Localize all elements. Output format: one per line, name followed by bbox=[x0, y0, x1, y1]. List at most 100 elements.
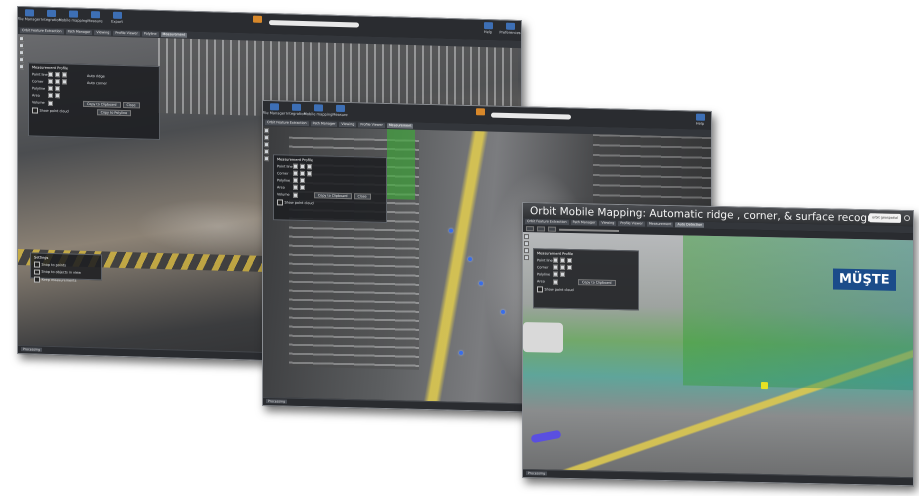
measure-point-marker[interactable] bbox=[459, 350, 463, 355]
area-tool-icon[interactable] bbox=[264, 149, 269, 155]
option-chip[interactable] bbox=[553, 279, 558, 285]
option-chip[interactable] bbox=[293, 184, 298, 190]
option-chip[interactable] bbox=[567, 257, 572, 264]
option-chip[interactable] bbox=[560, 257, 565, 263]
option-chip[interactable] bbox=[293, 177, 298, 183]
option-chip[interactable] bbox=[48, 78, 53, 85]
measure-button[interactable]: Measure bbox=[329, 103, 351, 118]
tab-feature-extraction[interactable]: Orbit Feature Extraction bbox=[265, 120, 309, 127]
warning-button[interactable] bbox=[469, 106, 491, 117]
option-chip[interactable] bbox=[307, 171, 312, 177]
line-tool-icon[interactable] bbox=[19, 50, 24, 56]
tab-polyline[interactable]: Polyline bbox=[141, 31, 159, 37]
tab-feature-extraction[interactable]: Orbit Feature Extraction bbox=[525, 219, 569, 225]
zoom-slider[interactable] bbox=[559, 228, 619, 233]
option-chip[interactable] bbox=[48, 100, 53, 106]
select-tool-icon[interactable] bbox=[19, 36, 24, 42]
close-button[interactable]: Close bbox=[353, 193, 371, 200]
search-input[interactable] bbox=[268, 20, 359, 28]
status-text: Processing bbox=[266, 399, 288, 404]
area-tool-icon[interactable] bbox=[19, 57, 24, 63]
option-chip[interactable] bbox=[48, 85, 53, 92]
close-window-icon[interactable] bbox=[904, 215, 910, 222]
sub-tool-button[interactable] bbox=[548, 226, 556, 232]
line-tool-icon[interactable] bbox=[264, 142, 269, 148]
help-button[interactable]: Help bbox=[689, 111, 711, 126]
search-input[interactable] bbox=[491, 112, 571, 120]
measure-point-marker[interactable] bbox=[468, 257, 472, 262]
show-point-cloud-checkbox[interactable]: Show point cloud bbox=[537, 286, 635, 294]
option-chip[interactable] bbox=[300, 177, 305, 184]
show-point-cloud-checkbox[interactable]: Show point cloud bbox=[277, 199, 383, 207]
option-chip[interactable] bbox=[553, 271, 558, 277]
option-chip[interactable] bbox=[55, 79, 60, 85]
tab-path-manager[interactable]: Path Manager bbox=[310, 121, 338, 127]
sub-tool-button[interactable] bbox=[526, 226, 534, 232]
tab-profile-viewer[interactable]: Profile Viewer bbox=[113, 30, 140, 37]
copy-clipboard-button[interactable]: Copy to Clipboard bbox=[578, 279, 616, 286]
tab-measurement[interactable]: Measurement bbox=[386, 123, 414, 129]
copy-clipboard-button[interactable]: Copy to Clipboard bbox=[314, 192, 352, 200]
option-chip[interactable] bbox=[553, 264, 558, 270]
option-chip[interactable] bbox=[293, 170, 298, 176]
file-manager-button[interactable]: File Manager bbox=[263, 101, 285, 116]
mobile-mapping-button[interactable]: Mobile mapping bbox=[304, 102, 332, 117]
option-chip[interactable] bbox=[560, 264, 565, 270]
measure-point-marker[interactable] bbox=[479, 281, 483, 286]
option-chip[interactable] bbox=[293, 163, 298, 169]
preferences-button[interactable]: Preferences bbox=[499, 20, 521, 35]
option-chip[interactable] bbox=[293, 192, 298, 198]
close-button[interactable]: Close bbox=[122, 101, 140, 109]
help-button[interactable]: Help bbox=[477, 20, 499, 35]
point-cloud-viewport[interactable]: MÜŞTE Measurement Profile Point line Cor… bbox=[523, 232, 913, 479]
sub-tool-button[interactable] bbox=[537, 226, 545, 232]
option-chip[interactable] bbox=[307, 164, 312, 170]
area-tool-icon[interactable] bbox=[524, 255, 529, 261]
measure-cursor-icon[interactable] bbox=[761, 382, 768, 390]
tab-path-manager[interactable]: Path Manager bbox=[570, 220, 598, 226]
tab-viewing[interactable]: Viewing bbox=[599, 220, 617, 226]
settings-option[interactable]: Snap to objects in view bbox=[34, 268, 98, 276]
point-tool-icon[interactable] bbox=[524, 241, 529, 247]
tab-measurement[interactable]: Measurement bbox=[646, 221, 674, 228]
option-chip[interactable] bbox=[300, 170, 305, 177]
measure-button[interactable]: Measure bbox=[84, 9, 106, 24]
measure-point-marker[interactable] bbox=[501, 309, 505, 314]
tab-measurement[interactable]: Measurement bbox=[160, 32, 188, 38]
tab-viewing[interactable]: Viewing bbox=[339, 121, 357, 128]
select-tool-icon[interactable] bbox=[264, 128, 269, 134]
settings-option[interactable]: Snap to points bbox=[34, 261, 98, 268]
point-tool-icon[interactable] bbox=[264, 135, 269, 141]
tab-viewing[interactable]: Viewing bbox=[94, 30, 112, 36]
tab-path-manager[interactable]: Path Manager bbox=[65, 29, 93, 36]
export-button[interactable]: Export bbox=[106, 9, 128, 24]
option-chip[interactable] bbox=[62, 72, 67, 78]
option-chip[interactable] bbox=[55, 72, 60, 78]
select-tool-icon[interactable] bbox=[524, 234, 529, 240]
volume-tool-icon[interactable] bbox=[264, 156, 269, 162]
tab-auto-detection[interactable]: Auto Detection bbox=[675, 222, 705, 228]
option-chip[interactable] bbox=[48, 92, 53, 99]
show-point-cloud-checkbox[interactable]: Show point cloud Copy to Polyline bbox=[32, 107, 156, 117]
copy-clipboard-button[interactable]: Copy to Clipboard bbox=[83, 100, 121, 108]
copy-polyline-button[interactable]: Copy to Polyline bbox=[96, 109, 132, 117]
warning-button[interactable] bbox=[247, 13, 269, 24]
option-chip[interactable] bbox=[300, 184, 305, 191]
measure-point-marker[interactable] bbox=[449, 228, 453, 233]
option-chip[interactable] bbox=[560, 271, 565, 277]
option-chip[interactable] bbox=[62, 79, 67, 85]
volume-tool-icon[interactable] bbox=[19, 64, 24, 70]
mobile-mapping-button[interactable]: Mobile mapping bbox=[59, 8, 87, 23]
option-chip[interactable] bbox=[300, 163, 305, 170]
file-manager-button[interactable]: File Manager bbox=[18, 7, 40, 22]
option-chip[interactable] bbox=[48, 71, 53, 78]
option-chip[interactable] bbox=[55, 86, 60, 92]
tab-profile-viewer[interactable]: Profile Viewer bbox=[358, 122, 385, 129]
option-chip[interactable] bbox=[553, 257, 558, 263]
option-chip[interactable] bbox=[567, 264, 572, 271]
option-chip[interactable] bbox=[55, 93, 60, 99]
tab-profile-viewer[interactable]: Profile Viewer bbox=[618, 221, 645, 227]
settings-option[interactable]: Keep measurements bbox=[34, 276, 98, 283]
line-tool-icon[interactable] bbox=[524, 248, 529, 254]
point-tool-icon[interactable] bbox=[19, 43, 24, 49]
